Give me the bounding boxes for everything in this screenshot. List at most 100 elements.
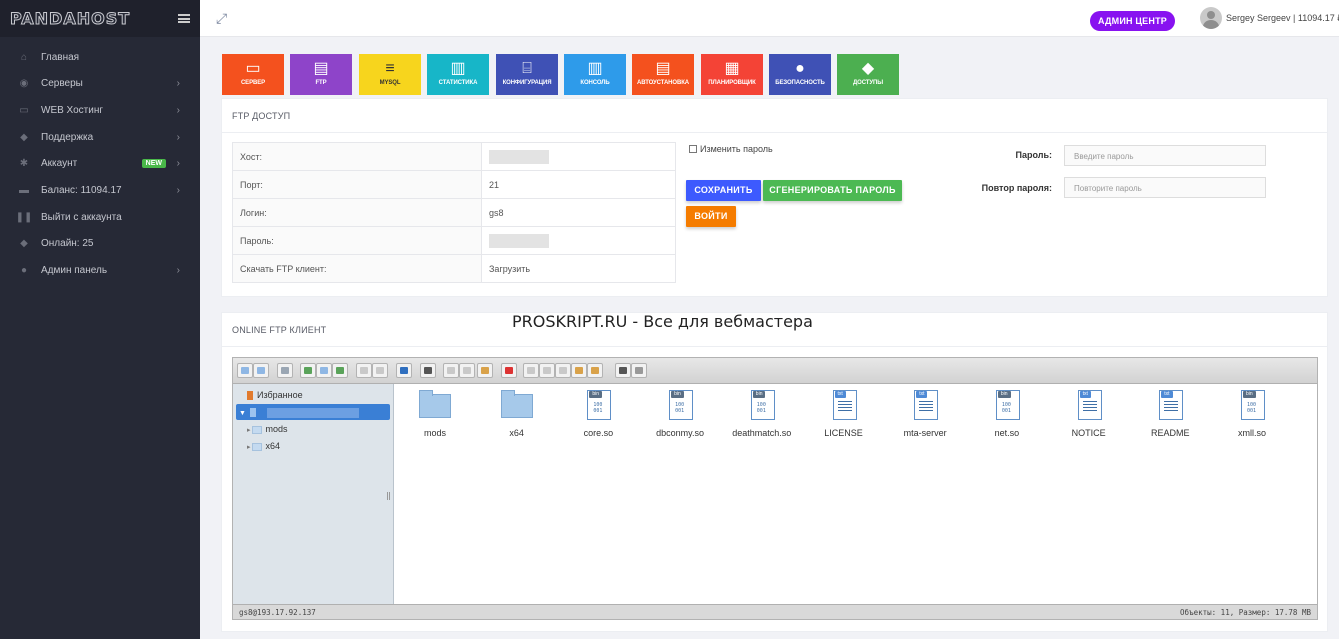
document-shape: txt	[914, 390, 939, 420]
online-ftp-panel: ONLINE FTP КЛИЕНТ PROSKRIPT.RU - Все для…	[221, 312, 1328, 632]
tile-document[interactable]: ▤ АВТОУСТАНОВКА	[632, 54, 694, 95]
sidebar-item-7[interactable]: ❚❚ Выйти с аккаунта	[0, 204, 200, 230]
row-key: Хост:	[232, 142, 482, 171]
sidebar-item-8[interactable]: ◆ Онлайн: 25	[0, 231, 200, 257]
toolbar-button-17[interactable]	[555, 363, 571, 378]
file-item[interactable]: txt LICENSE	[803, 388, 885, 438]
sidebar-item-label: Главная	[41, 51, 80, 63]
sidebar-item-label: WEB Хостинг	[41, 104, 104, 116]
sidebar-item-1[interactable]: ⌂ Главная	[0, 44, 200, 70]
login-button[interactable]: ВОЙТИ	[686, 206, 736, 227]
tile-file[interactable]: ▤ FTP	[290, 54, 352, 95]
monitor-icon: ▭	[245, 60, 261, 77]
folder-icon	[252, 442, 263, 451]
toolbar-button-2[interactable]	[253, 363, 269, 378]
file-name: mta-server	[903, 428, 947, 438]
tree-folder-mods[interactable]: ▸ mods	[233, 421, 287, 437]
file-item[interactable]: bin dbconmy.so	[639, 388, 721, 438]
row-key: Логин:	[232, 198, 482, 227]
generate-password-button[interactable]: СГЕНЕРИРОВАТЬ ПАРОЛЬ	[763, 180, 902, 201]
repeat-password-input[interactable]: Повторите пароль	[1064, 177, 1266, 198]
favorites-node[interactable]: Избранное	[233, 387, 303, 403]
user-name[interactable]: Sergey Sergeev | 11094.17 ₽	[1226, 13, 1339, 24]
toolbar-icon	[424, 367, 432, 374]
toolbar-button-21[interactable]	[631, 363, 647, 378]
tile-barcode[interactable]: ▥ КОНСОЛЬ	[564, 54, 626, 95]
file-item[interactable]: bin deathmatch.so	[721, 388, 803, 438]
toolbar-icon	[619, 367, 627, 374]
file-item[interactable]: bin net.so	[966, 388, 1048, 438]
expand-arrow-icon: ▼	[239, 410, 246, 417]
sidebar: PANDAHOST ⌂ Главная ◉ Серверы › ▭ WEB Хостинг ›…	[0, 0, 200, 639]
toolbar-button-5[interactable]	[316, 363, 332, 378]
file-item[interactable]: x64	[476, 388, 558, 438]
users-icon: ◆	[20, 238, 28, 250]
tile-code-file[interactable]: ⌸ КОНФИГУРАЦИЯ	[496, 54, 558, 95]
tile-label: ПЛАНИРОВЩИК	[708, 80, 756, 86]
toolbar-button-3[interactable]	[277, 363, 293, 378]
toolbar-button-8[interactable]	[372, 363, 388, 378]
toolbar-button-9[interactable]	[396, 363, 412, 378]
toolbar-icon	[527, 367, 535, 374]
file-type-tag: txt	[916, 391, 928, 398]
toolbar-button-16[interactable]	[539, 363, 555, 378]
toolbar-button-6[interactable]	[332, 363, 348, 378]
toolbar-icon	[635, 367, 643, 374]
file-item[interactable]: txt mta-server	[884, 388, 966, 438]
chevron-right-icon: ›	[176, 185, 180, 196]
file-name: deathmatch.so	[732, 428, 792, 438]
tile-monitor[interactable]: ▭ СЕРВЕР	[222, 54, 284, 95]
sidebar-item-5[interactable]: ✱ Аккаунт NEW ›	[0, 151, 200, 177]
toolbar-icon	[543, 367, 551, 374]
tree-folder-x64[interactable]: ▸ x64	[233, 438, 280, 454]
logo-bar: PANDAHOST	[0, 0, 200, 37]
splitter-handle[interactable]	[387, 492, 390, 500]
avatar[interactable]	[1200, 7, 1222, 29]
checkbox[interactable]	[689, 145, 697, 153]
sidebar-item-2[interactable]: ◉ Серверы ›	[0, 71, 200, 97]
file-name: xmll.so	[1237, 428, 1266, 438]
save-button[interactable]: СОХРАНИТЬ	[686, 180, 761, 201]
toolbar-button-14[interactable]	[501, 363, 517, 378]
toolbar-button-13[interactable]	[477, 363, 493, 378]
sidebar-item-6[interactable]: ▬ Баланс: 11094.17 ›	[0, 178, 200, 204]
row-value	[481, 142, 676, 171]
root-node[interactable]: ▼	[236, 404, 390, 420]
sidebar-item-4[interactable]: ◆ Поддержка ›	[0, 124, 200, 150]
table-row: Порт: 21	[232, 170, 676, 199]
document-shape: bin	[995, 390, 1020, 420]
file-item[interactable]: txt README	[1129, 388, 1211, 438]
fullscreen-icon[interactable]: ⤢	[216, 11, 230, 25]
toolbar-button-18[interactable]	[571, 363, 587, 378]
change-password-checkbox[interactable]: Изменить пароль	[689, 144, 773, 154]
tile-globe[interactable]: ● БЕЗОПАСНОСТЬ	[769, 54, 831, 95]
chevron-right-icon: ›	[176, 131, 180, 143]
row-value[interactable]: Загрузить	[481, 254, 676, 283]
sidebar-item-9[interactable]: ● Админ панель ›	[0, 258, 200, 284]
file-item[interactable]: txt NOTICE	[1048, 388, 1130, 438]
toolbar-button-7[interactable]	[356, 363, 372, 378]
toolbar-button-1[interactable]	[237, 363, 253, 378]
folder-icon	[500, 388, 534, 422]
tile-calendar[interactable]: ▦ ПЛАНИРОВЩИК	[701, 54, 763, 95]
toolbar-button-20[interactable]	[615, 363, 631, 378]
toolbar-button-11[interactable]	[443, 363, 459, 378]
tile-database[interactable]: ≡ MYSQL	[359, 54, 421, 95]
password-input[interactable]: Введите пароль	[1064, 145, 1266, 166]
toolbar-button-10[interactable]	[420, 363, 436, 378]
toolbar-button-4[interactable]	[300, 363, 316, 378]
tile-bar-chart[interactable]: ▥ СТАТИСТИКА	[427, 54, 489, 95]
file-item[interactable]: bin core.so	[557, 388, 639, 438]
toolbar-button-15[interactable]	[523, 363, 539, 378]
admin-center-button[interactable]: АДМИН ЦЕНТР	[1090, 11, 1175, 31]
sidebar-item-3[interactable]: ▭ WEB Хостинг ›	[0, 97, 200, 123]
masked-value	[489, 149, 549, 164]
repeat-password-label: Повтор пароля:	[981, 183, 1052, 193]
file-item[interactable]: mods	[394, 388, 476, 438]
toolbar-button-19[interactable]	[587, 363, 603, 378]
toolbar-button-12[interactable]	[459, 363, 475, 378]
file-item[interactable]: bin xmll.so	[1211, 388, 1293, 438]
menu-toggle-icon[interactable]	[178, 14, 190, 23]
calendar-icon: ▦	[724, 60, 740, 77]
tile-users[interactable]: ◆ ДОСТУПЫ	[837, 54, 899, 95]
